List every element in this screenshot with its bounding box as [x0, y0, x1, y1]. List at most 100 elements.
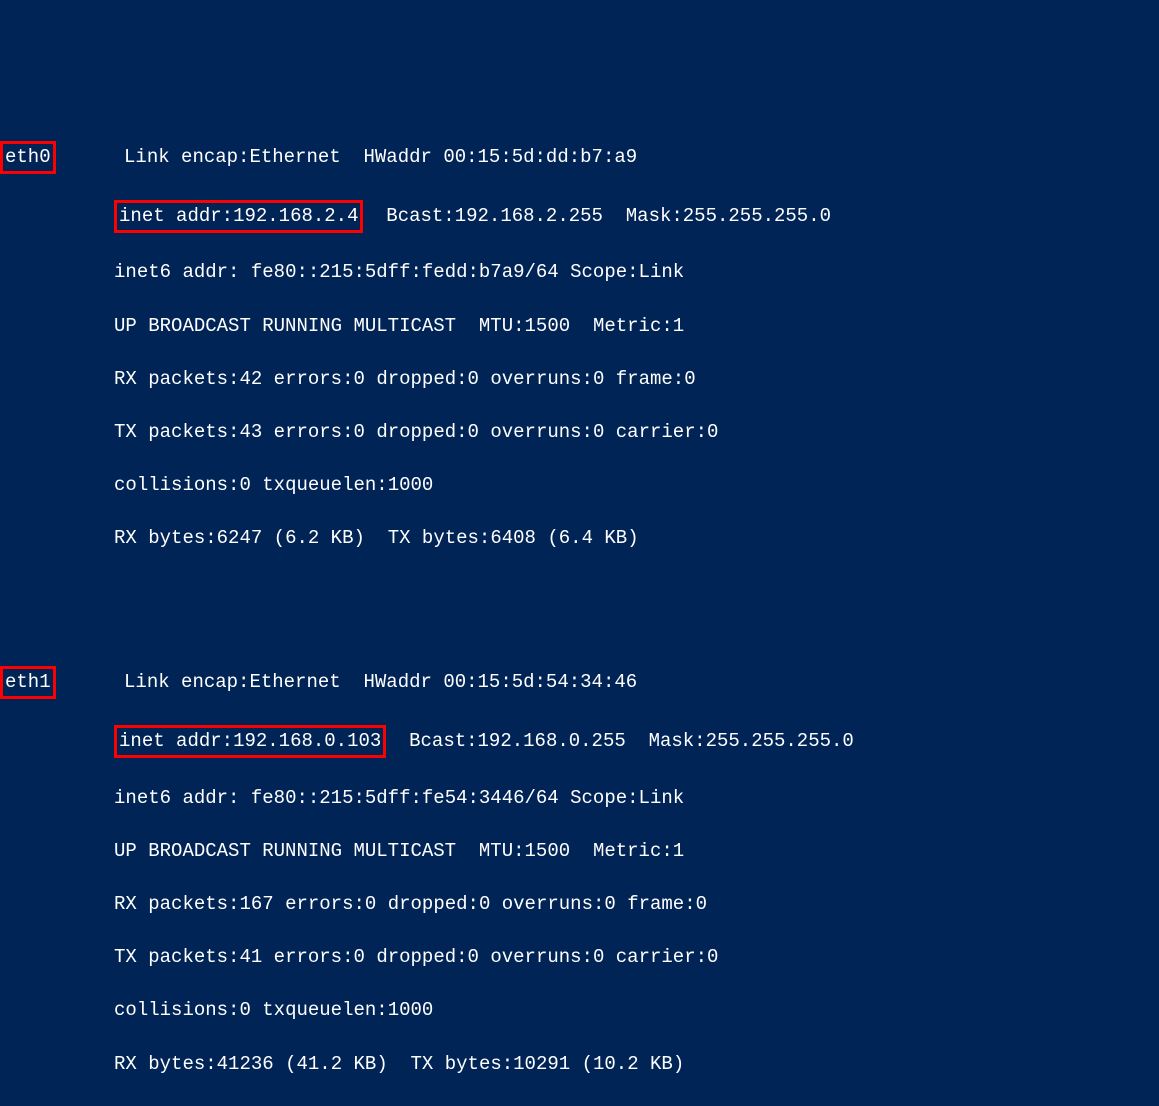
- eth1-scope: Link: [639, 787, 685, 809]
- eth1-inet-highlight: inet addr:192.168.0.103: [114, 725, 386, 758]
- eth1-collisions: 0: [239, 999, 250, 1021]
- eth0-flags: UP BROADCAST RUNNING MULTICAST: [114, 315, 456, 337]
- collisions-label: collisions:: [114, 999, 239, 1021]
- bcast-label: Bcast:: [409, 730, 477, 752]
- eth0-line2: inet addr:192.168.2.4 Bcast:192.168.2.25…: [0, 200, 1159, 233]
- eth0-hwaddr: 00:15:5d:dd:b7:a9: [443, 146, 637, 168]
- eth0-mtu: 1500: [525, 315, 571, 337]
- eth0-inet-addr: 192.168.2.4: [233, 205, 358, 227]
- txqueuelen-label: txqueuelen:: [262, 999, 387, 1021]
- eth0-tx-overruns: 0: [593, 421, 604, 443]
- txqueuelen-label: txqueuelen:: [262, 474, 387, 496]
- eth0-line3: inet6 addr: fe80::215:5dff:fedd:b7a9/64 …: [0, 259, 1159, 286]
- interface-name: eth1: [5, 671, 51, 693]
- link-encap-label: Link encap:: [124, 146, 249, 168]
- eth1-txqueuelen: 1000: [388, 999, 434, 1021]
- eth1-line6: TX packets:41 errors:0 dropped:0 overrun…: [0, 944, 1159, 971]
- eth0-rx-bytes-human: 6.2 KB: [285, 527, 353, 549]
- errors-label: errors:: [274, 421, 354, 443]
- bcast-label: Bcast:: [386, 205, 454, 227]
- eth0-line7: collisions:0 txqueuelen:1000: [0, 472, 1159, 499]
- rx-packets-label: RX packets:: [114, 893, 239, 915]
- hwaddr-label: HWaddr: [363, 671, 431, 693]
- collisions-label: collisions:: [114, 474, 239, 496]
- eth1-tx-overruns: 0: [593, 946, 604, 968]
- eth0-inet-highlight: inet addr:192.168.2.4: [114, 200, 363, 233]
- overruns-label: overruns:: [490, 368, 593, 390]
- eth1-rx-dropped: 0: [479, 893, 490, 915]
- eth0-rx-overruns: 0: [593, 368, 604, 390]
- eth1-tx-dropped: 0: [468, 946, 479, 968]
- eth0-rx-bytes: 6247: [217, 527, 263, 549]
- tx-packets-label: TX packets:: [114, 946, 239, 968]
- link-encap-label: Link encap:: [124, 671, 249, 693]
- eth1-rx-bytes-human: 41.2 KB: [296, 1053, 376, 1075]
- tx-bytes-label: TX bytes:: [411, 1053, 514, 1075]
- dropped-label: dropped:: [376, 946, 467, 968]
- eth1-line5: RX packets:167 errors:0 dropped:0 overru…: [0, 891, 1159, 918]
- eth1-tx-packets: 41: [239, 946, 262, 968]
- eth0-tx-errors: 0: [354, 421, 365, 443]
- eth1-line1: eth1 Link encap:Ethernet HWaddr 00:15:5d…: [0, 666, 1159, 699]
- scope-label: Scope:: [570, 261, 638, 283]
- eth0-txqueuelen: 1000: [388, 474, 434, 496]
- eth0-metric: 1: [673, 315, 684, 337]
- overruns-label: overruns:: [502, 893, 605, 915]
- eth0-collisions: 0: [239, 474, 250, 496]
- eth0-line8: RX bytes:6247 (6.2 KB) TX bytes:6408 (6.…: [0, 525, 1159, 552]
- eth0-rx-packets: 42: [239, 368, 262, 390]
- eth1-bcast: 192.168.0.255: [478, 730, 626, 752]
- eth1-hwaddr: 00:15:5d:54:34:46: [443, 671, 637, 693]
- rx-packets-label: RX packets:: [114, 368, 239, 390]
- dropped-label: dropped:: [376, 421, 467, 443]
- errors-label: errors:: [285, 893, 365, 915]
- inet-addr-label: inet addr:: [119, 205, 233, 227]
- eth1-mask: 255.255.255.0: [706, 730, 854, 752]
- eth1-line7: collisions:0 txqueuelen:1000: [0, 997, 1159, 1024]
- eth0-rx-dropped: 0: [468, 368, 479, 390]
- eth0-rx-frame: 0: [684, 368, 695, 390]
- eth1-tx-bytes-human: 10.2 KB: [593, 1053, 673, 1075]
- rx-bytes-label: RX bytes:: [114, 527, 217, 549]
- eth0-tx-carrier: 0: [707, 421, 718, 443]
- eth1-rx-packets: 167: [239, 893, 273, 915]
- eth0-line5: RX packets:42 errors:0 dropped:0 overrun…: [0, 366, 1159, 393]
- eth1-inet6-addr: fe80::215:5dff:fe54:3446/64: [251, 787, 559, 809]
- eth0-line6: TX packets:43 errors:0 dropped:0 overrun…: [0, 419, 1159, 446]
- eth0-bcast: 192.168.2.255: [455, 205, 603, 227]
- eth0-tx-bytes-human: 6.4 KB: [559, 527, 627, 549]
- eth0-tx-packets: 43: [239, 421, 262, 443]
- eth0-link-encap: Ethernet: [249, 146, 340, 168]
- errors-label: errors:: [274, 368, 354, 390]
- carrier-label: carrier:: [616, 421, 707, 443]
- scope-label: Scope:: [570, 787, 638, 809]
- eth0-rx-errors: 0: [354, 368, 365, 390]
- interface-eth1: eth1 Link encap:Ethernet HWaddr 00:15:5d…: [0, 640, 1159, 1104]
- overruns-label: overruns:: [490, 421, 593, 443]
- eth0-scope: Link: [639, 261, 685, 283]
- eth1-line2: inet addr:192.168.0.103 Bcast:192.168.0.…: [0, 725, 1159, 758]
- carrier-label: carrier:: [616, 946, 707, 968]
- mtu-label: MTU:: [479, 840, 525, 862]
- eth1-line3: inet6 addr: fe80::215:5dff:fe54:3446/64 …: [0, 785, 1159, 812]
- eth1-inet-addr: 192.168.0.103: [233, 730, 381, 752]
- mask-label: Mask:: [626, 205, 683, 227]
- eth1-rx-errors: 0: [365, 893, 376, 915]
- eth0-inet6-addr: fe80::215:5dff:fedd:b7a9/64: [251, 261, 559, 283]
- frame-label: frame:: [616, 368, 684, 390]
- errors-label: errors:: [274, 946, 354, 968]
- mask-label: Mask:: [649, 730, 706, 752]
- eth1-tx-carrier: 0: [707, 946, 718, 968]
- eth0-mask: 255.255.255.0: [683, 205, 831, 227]
- eth1-metric: 1: [673, 840, 684, 862]
- eth1-link-encap: Ethernet: [249, 671, 340, 693]
- tx-bytes-label: TX bytes:: [388, 527, 491, 549]
- metric-label: Metric:: [593, 315, 673, 337]
- eth1-mtu: 1500: [525, 840, 571, 862]
- eth0-tx-bytes: 6408: [490, 527, 536, 549]
- eth1-name-highlight: eth1: [0, 666, 56, 699]
- eth1-line8: RX bytes:41236 (41.2 KB) TX bytes:10291 …: [0, 1051, 1159, 1078]
- interface-eth0: eth0 Link encap:Ethernet HWaddr 00:15:5d…: [0, 114, 1159, 578]
- eth0-line1: eth0 Link encap:Ethernet HWaddr 00:15:5d…: [0, 141, 1159, 174]
- inet6-addr-label: inet6 addr:: [114, 261, 239, 283]
